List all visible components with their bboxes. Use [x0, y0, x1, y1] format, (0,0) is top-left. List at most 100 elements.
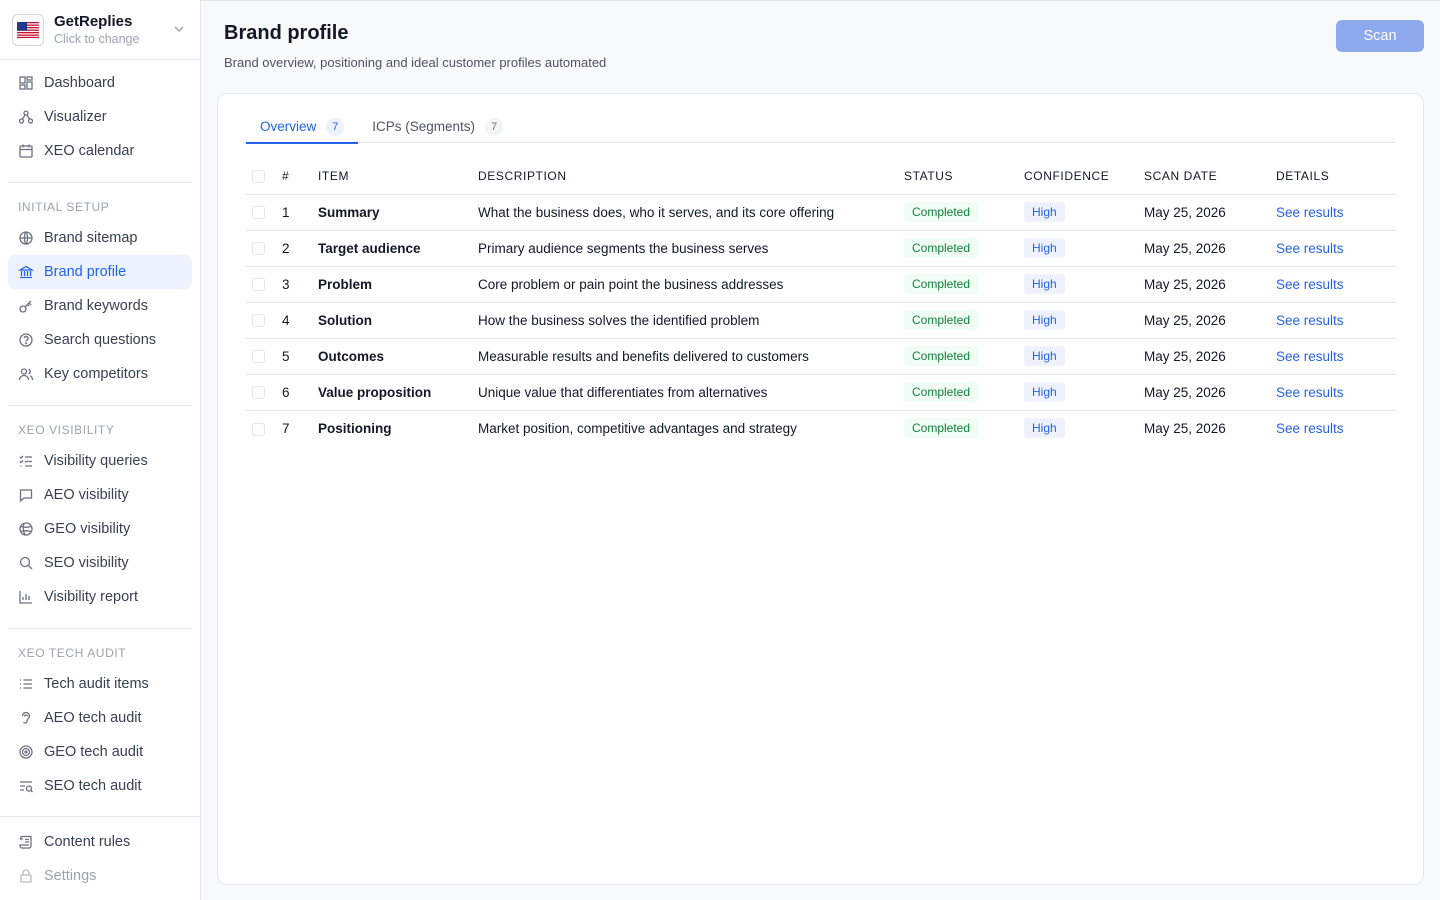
row-description: Unique value that differentiates from al… [478, 374, 904, 411]
tab-overview[interactable]: Overview 7 [246, 110, 359, 144]
list-icon [18, 676, 34, 692]
sidebar-item-aeo-visibility[interactable]: AEO visibility [8, 478, 192, 512]
sidebar-item-label: Tech audit items [44, 676, 149, 692]
table-row: 5 Outcomes Measurable results and benefi… [246, 338, 1396, 375]
bank-icon [18, 264, 34, 280]
sidebar-item-aeo-tech-audit[interactable]: AEO tech audit [8, 701, 192, 735]
table-row: 4 Solution How the business solves the i… [246, 302, 1396, 339]
see-results-link[interactable]: See results [1276, 277, 1344, 292]
sidebar-item-tech-audit-items[interactable]: Tech audit items [8, 667, 192, 701]
sidebar-item-label: AEO visibility [44, 487, 129, 503]
brand-name: GetReplies [54, 12, 133, 30]
sidebar-item-visibility-queries[interactable]: Visibility queries [8, 444, 192, 478]
divider [8, 628, 192, 629]
sidebar-item-label: Visibility queries [44, 453, 148, 469]
see-results-link[interactable]: See results [1276, 349, 1344, 364]
column-header-status: STATUS [904, 158, 1024, 195]
page-title: Brand profile [224, 22, 349, 44]
see-results-link[interactable]: See results [1276, 205, 1344, 220]
row-checkbox[interactable] [252, 350, 265, 364]
sidebar-item-visibility-report[interactable]: Visibility report [8, 580, 192, 614]
sidebar-item-label: GEO tech audit [44, 744, 144, 760]
tab-bar: Overview 7 ICPs (Segments) 7 [246, 110, 1395, 144]
sidebar-item-search-questions[interactable]: Search questions [8, 323, 192, 357]
tab-label: ICPs (Segments) [372, 119, 476, 134]
list-search-icon [18, 778, 34, 794]
tab-icps-segments[interactable]: ICPs (Segments) 7 [358, 110, 517, 143]
table-row: 1 Summary What the business does, who it… [246, 194, 1396, 231]
row-number: 2 [282, 230, 318, 267]
sidebar-item-visualizer[interactable]: Visualizer [8, 100, 192, 134]
sidebar-item-label: GEO visibility [44, 521, 131, 537]
sidebar-item-dashboard[interactable]: Dashboard [8, 66, 192, 100]
sidebar-item-label: XEO calendar [44, 143, 135, 159]
row-checkbox[interactable] [252, 278, 265, 292]
sidebar-item-label: Settings [44, 868, 97, 884]
sidebar-item-geo-visibility[interactable]: GEO visibility [8, 512, 192, 546]
column-header-number: # [282, 158, 318, 195]
nav-initial-setup: Brand sitemap Brand profile Brand keywor… [0, 221, 200, 397]
sidebar-item-seo-visibility[interactable]: SEO visibility [8, 546, 192, 580]
scroll-icon [18, 834, 34, 850]
tab-count-badge: 7 [326, 117, 345, 136]
row-scan-date: May 25, 2026 [1144, 194, 1276, 231]
sidebar-item-settings[interactable]: Settings [8, 859, 192, 893]
key-icon [18, 298, 34, 314]
chevron-down-icon[interactable] [172, 22, 186, 36]
table-header-row: # ITEM DESCRIPTION STATUS CONFIDENCE SCA… [246, 158, 1396, 195]
row-checkbox[interactable] [252, 422, 265, 436]
chat-icon [18, 487, 34, 503]
sidebar-item-label: Brand sitemap [44, 230, 138, 246]
question-icon [18, 332, 34, 348]
search-icon [18, 555, 34, 571]
column-header-details: DETAILS [1276, 158, 1396, 195]
lock-icon [18, 868, 34, 884]
row-description: Measurable results and benefits delivere… [478, 338, 904, 375]
confidence-badge: High [1024, 202, 1065, 222]
scan-button[interactable]: Scan [1336, 20, 1424, 52]
brand-switcher[interactable]: GetReplies Click to change [0, 0, 200, 60]
bar-chart-icon [18, 589, 34, 605]
globe-grid-icon [18, 521, 34, 537]
nav-xeo-tech-audit: Tech audit items AEO tech audit GEO tech… [0, 667, 200, 809]
row-scan-date: May 25, 2026 [1144, 302, 1276, 339]
row-number: 1 [282, 194, 318, 231]
sidebar-item-xeo-calendar[interactable]: XEO calendar [8, 134, 192, 168]
row-checkbox[interactable] [252, 314, 265, 328]
select-all-checkbox[interactable] [252, 169, 265, 183]
brand-profile-table: # ITEM DESCRIPTION STATUS CONFIDENCE SCA… [246, 158, 1396, 446]
nav-xeo-visibility: Visibility queries AEO visibility GEO vi… [0, 444, 200, 620]
see-results-link[interactable]: See results [1276, 421, 1344, 436]
row-description: What the business does, who it serves, a… [478, 194, 904, 231]
sidebar-item-label: Content rules [44, 834, 131, 850]
row-checkbox[interactable] [252, 206, 265, 220]
status-badge: Completed [904, 238, 979, 258]
divider [8, 405, 192, 406]
sidebar-item-label: SEO tech audit [44, 778, 142, 794]
sidebar-item-label: Brand profile [44, 264, 127, 280]
see-results-link[interactable]: See results [1276, 385, 1344, 400]
section-xeo-tech-audit: XEO TECH AUDIT [18, 646, 127, 660]
divider [8, 182, 192, 183]
sidebar-item-key-competitors[interactable]: Key competitors [8, 357, 192, 391]
sidebar-item-brand-keywords[interactable]: Brand keywords [8, 289, 192, 323]
tab-count-badge: 7 [485, 117, 504, 136]
page-subtitle: Brand overview, positioning and ideal cu… [224, 55, 607, 70]
table-row: 7 Positioning Market position, competiti… [246, 410, 1396, 446]
sidebar-item-brand-sitemap[interactable]: Brand sitemap [8, 221, 192, 255]
row-description: Core problem or pain point the business … [478, 266, 904, 303]
sidebar-item-geo-tech-audit[interactable]: GEO tech audit [8, 735, 192, 769]
see-results-link[interactable]: See results [1276, 313, 1344, 328]
sidebar-item-content-rules[interactable]: Content rules [8, 825, 192, 859]
status-badge: Completed [904, 202, 979, 222]
row-checkbox[interactable] [252, 386, 265, 400]
section-xeo-visibility: XEO VISIBILITY [18, 423, 115, 437]
see-results-link[interactable]: See results [1276, 241, 1344, 256]
calendar-icon [18, 143, 34, 159]
sidebar-item-brand-profile[interactable]: Brand profile [8, 255, 192, 289]
row-checkbox[interactable] [252, 242, 265, 256]
row-item: Value proposition [318, 374, 478, 411]
row-scan-date: May 25, 2026 [1144, 374, 1276, 411]
sidebar-item-seo-tech-audit[interactable]: SEO tech audit [8, 769, 192, 803]
sidebar-item-label: Key competitors [44, 366, 148, 382]
